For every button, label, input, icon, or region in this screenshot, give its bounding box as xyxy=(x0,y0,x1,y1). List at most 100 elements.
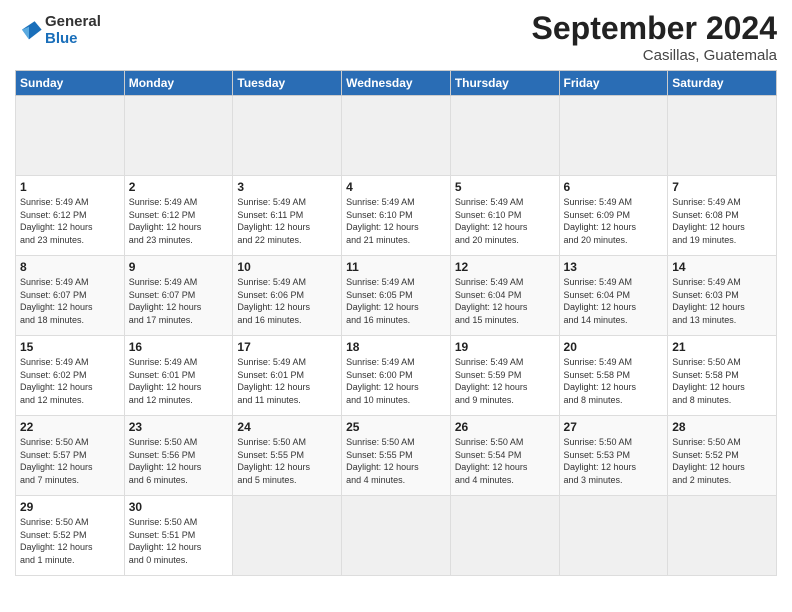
day-cell xyxy=(124,96,233,176)
day-cell xyxy=(559,496,668,576)
col-header-monday: Monday xyxy=(124,71,233,96)
week-row-3: 15 Sunrise: 5:49 AM Sunset: 6:02 PM Dayli… xyxy=(16,336,777,416)
day-number: 21 xyxy=(672,340,772,354)
week-row-4: 22 Sunrise: 5:50 AM Sunset: 5:57 PM Dayli… xyxy=(16,416,777,496)
day-cell: 14 Sunrise: 5:49 AM Sunset: 6:03 PM Dayli… xyxy=(668,256,777,336)
day-number: 8 xyxy=(20,260,120,274)
day-info: Sunrise: 5:49 AM Sunset: 6:10 PM Dayligh… xyxy=(455,196,555,246)
week-row-1: 1 Sunrise: 5:49 AM Sunset: 6:12 PM Daylig… xyxy=(16,176,777,256)
logo: General Blue xyxy=(15,14,101,47)
day-number: 18 xyxy=(346,340,446,354)
title-area: September 2024 Casillas, Guatemala xyxy=(532,10,777,64)
day-number: 29 xyxy=(20,500,120,514)
day-info: Sunrise: 5:49 AM Sunset: 6:06 PM Dayligh… xyxy=(237,276,337,326)
day-cell: 5 Sunrise: 5:49 AM Sunset: 6:10 PM Daylig… xyxy=(450,176,559,256)
day-cell xyxy=(342,496,451,576)
day-cell: 9 Sunrise: 5:49 AM Sunset: 6:07 PM Daylig… xyxy=(124,256,233,336)
day-info: Sunrise: 5:50 AM Sunset: 5:51 PM Dayligh… xyxy=(129,516,229,566)
day-number: 26 xyxy=(455,420,555,434)
calendar-table: SundayMondayTuesdayWednesdayThursdayFrid… xyxy=(15,70,777,576)
day-cell xyxy=(668,496,777,576)
col-header-sunday: Sunday xyxy=(16,71,125,96)
week-row-2: 8 Sunrise: 5:49 AM Sunset: 6:07 PM Daylig… xyxy=(16,256,777,336)
col-header-wednesday: Wednesday xyxy=(342,71,451,96)
day-info: Sunrise: 5:50 AM Sunset: 5:58 PM Dayligh… xyxy=(672,356,772,406)
day-info: Sunrise: 5:49 AM Sunset: 5:59 PM Dayligh… xyxy=(455,356,555,406)
col-header-saturday: Saturday xyxy=(668,71,777,96)
day-number: 3 xyxy=(237,180,337,194)
day-number: 24 xyxy=(237,420,337,434)
day-cell: 27 Sunrise: 5:50 AM Sunset: 5:53 PM Dayli… xyxy=(559,416,668,496)
day-cell: 2 Sunrise: 5:49 AM Sunset: 6:12 PM Daylig… xyxy=(124,176,233,256)
day-cell: 30 Sunrise: 5:50 AM Sunset: 5:51 PM Dayli… xyxy=(124,496,233,576)
day-number: 2 xyxy=(129,180,229,194)
day-info: Sunrise: 5:49 AM Sunset: 6:00 PM Dayligh… xyxy=(346,356,446,406)
day-cell: 21 Sunrise: 5:50 AM Sunset: 5:58 PM Dayli… xyxy=(668,336,777,416)
day-info: Sunrise: 5:49 AM Sunset: 6:05 PM Dayligh… xyxy=(346,276,446,326)
day-cell: 28 Sunrise: 5:50 AM Sunset: 5:52 PM Dayli… xyxy=(668,416,777,496)
day-cell xyxy=(668,96,777,176)
day-cell: 19 Sunrise: 5:49 AM Sunset: 5:59 PM Dayli… xyxy=(450,336,559,416)
week-row-0 xyxy=(16,96,777,176)
logo-blue: Blue xyxy=(45,31,101,48)
day-number: 10 xyxy=(237,260,337,274)
day-cell: 22 Sunrise: 5:50 AM Sunset: 5:57 PM Dayli… xyxy=(16,416,125,496)
day-info: Sunrise: 5:49 AM Sunset: 5:58 PM Dayligh… xyxy=(564,356,664,406)
day-info: Sunrise: 5:50 AM Sunset: 5:53 PM Dayligh… xyxy=(564,436,664,486)
logo-general: General xyxy=(45,14,101,31)
day-number: 1 xyxy=(20,180,120,194)
col-header-tuesday: Tuesday xyxy=(233,71,342,96)
day-number: 5 xyxy=(455,180,555,194)
logo-text: General Blue xyxy=(45,14,101,47)
day-cell: 26 Sunrise: 5:50 AM Sunset: 5:54 PM Dayli… xyxy=(450,416,559,496)
day-number: 16 xyxy=(129,340,229,354)
day-cell xyxy=(16,96,125,176)
page-container: General Blue September 2024 Casillas, Gu… xyxy=(0,0,792,586)
day-number: 20 xyxy=(564,340,664,354)
day-cell: 4 Sunrise: 5:49 AM Sunset: 6:10 PM Daylig… xyxy=(342,176,451,256)
day-number: 13 xyxy=(564,260,664,274)
day-number: 22 xyxy=(20,420,120,434)
day-cell: 13 Sunrise: 5:49 AM Sunset: 6:04 PM Dayli… xyxy=(559,256,668,336)
day-info: Sunrise: 5:49 AM Sunset: 6:12 PM Dayligh… xyxy=(20,196,120,246)
day-cell: 16 Sunrise: 5:49 AM Sunset: 6:01 PM Dayli… xyxy=(124,336,233,416)
day-info: Sunrise: 5:49 AM Sunset: 6:12 PM Dayligh… xyxy=(129,196,229,246)
day-number: 27 xyxy=(564,420,664,434)
day-info: Sunrise: 5:49 AM Sunset: 6:07 PM Dayligh… xyxy=(129,276,229,326)
day-number: 17 xyxy=(237,340,337,354)
day-info: Sunrise: 5:50 AM Sunset: 5:56 PM Dayligh… xyxy=(129,436,229,486)
day-cell: 11Sunrise: 5:49 AM Sunset: 6:05 PM Dayli… xyxy=(342,256,451,336)
day-number: 15 xyxy=(20,340,120,354)
day-number: 9 xyxy=(129,260,229,274)
day-cell xyxy=(559,96,668,176)
day-number: 30 xyxy=(129,500,229,514)
day-cell: 17Sunrise: 5:49 AM Sunset: 6:01 PM Dayli… xyxy=(233,336,342,416)
day-cell: 23Sunrise: 5:50 AM Sunset: 5:56 PM Dayli… xyxy=(124,416,233,496)
day-number: 14 xyxy=(672,260,772,274)
day-cell: 24Sunrise: 5:50 AM Sunset: 5:55 PM Dayli… xyxy=(233,416,342,496)
week-row-5: 29 Sunrise: 5:50 AM Sunset: 5:52 PM Dayli… xyxy=(16,496,777,576)
day-info: Sunrise: 5:49 AM Sunset: 6:10 PM Dayligh… xyxy=(346,196,446,246)
day-info: Sunrise: 5:49 AM Sunset: 6:04 PM Dayligh… xyxy=(564,276,664,326)
day-cell xyxy=(233,496,342,576)
header: General Blue September 2024 Casillas, Gu… xyxy=(15,10,777,64)
day-info: Sunrise: 5:50 AM Sunset: 5:52 PM Dayligh… xyxy=(672,436,772,486)
day-info: Sunrise: 5:49 AM Sunset: 6:01 PM Dayligh… xyxy=(129,356,229,406)
month-title: September 2024 xyxy=(532,10,777,47)
location: Casillas, Guatemala xyxy=(532,47,777,64)
day-info: Sunrise: 5:50 AM Sunset: 5:52 PM Dayligh… xyxy=(20,516,120,566)
day-info: Sunrise: 5:49 AM Sunset: 6:03 PM Dayligh… xyxy=(672,276,772,326)
day-info: Sunrise: 5:50 AM Sunset: 5:54 PM Dayligh… xyxy=(455,436,555,486)
day-number: 28 xyxy=(672,420,772,434)
day-info: Sunrise: 5:50 AM Sunset: 5:55 PM Dayligh… xyxy=(346,436,446,486)
day-number: 19 xyxy=(455,340,555,354)
day-number: 25 xyxy=(346,420,446,434)
day-info: Sunrise: 5:49 AM Sunset: 6:02 PM Dayligh… xyxy=(20,356,120,406)
day-cell: 29 Sunrise: 5:50 AM Sunset: 5:52 PM Dayli… xyxy=(16,496,125,576)
day-info: Sunrise: 5:50 AM Sunset: 5:57 PM Dayligh… xyxy=(20,436,120,486)
day-number: 6 xyxy=(564,180,664,194)
day-info: Sunrise: 5:49 AM Sunset: 6:11 PM Dayligh… xyxy=(237,196,337,246)
calendar-header-row: SundayMondayTuesdayWednesdayThursdayFrid… xyxy=(16,71,777,96)
day-number: 4 xyxy=(346,180,446,194)
day-cell: 25 Sunrise: 5:50 AM Sunset: 5:55 PM Dayli… xyxy=(342,416,451,496)
